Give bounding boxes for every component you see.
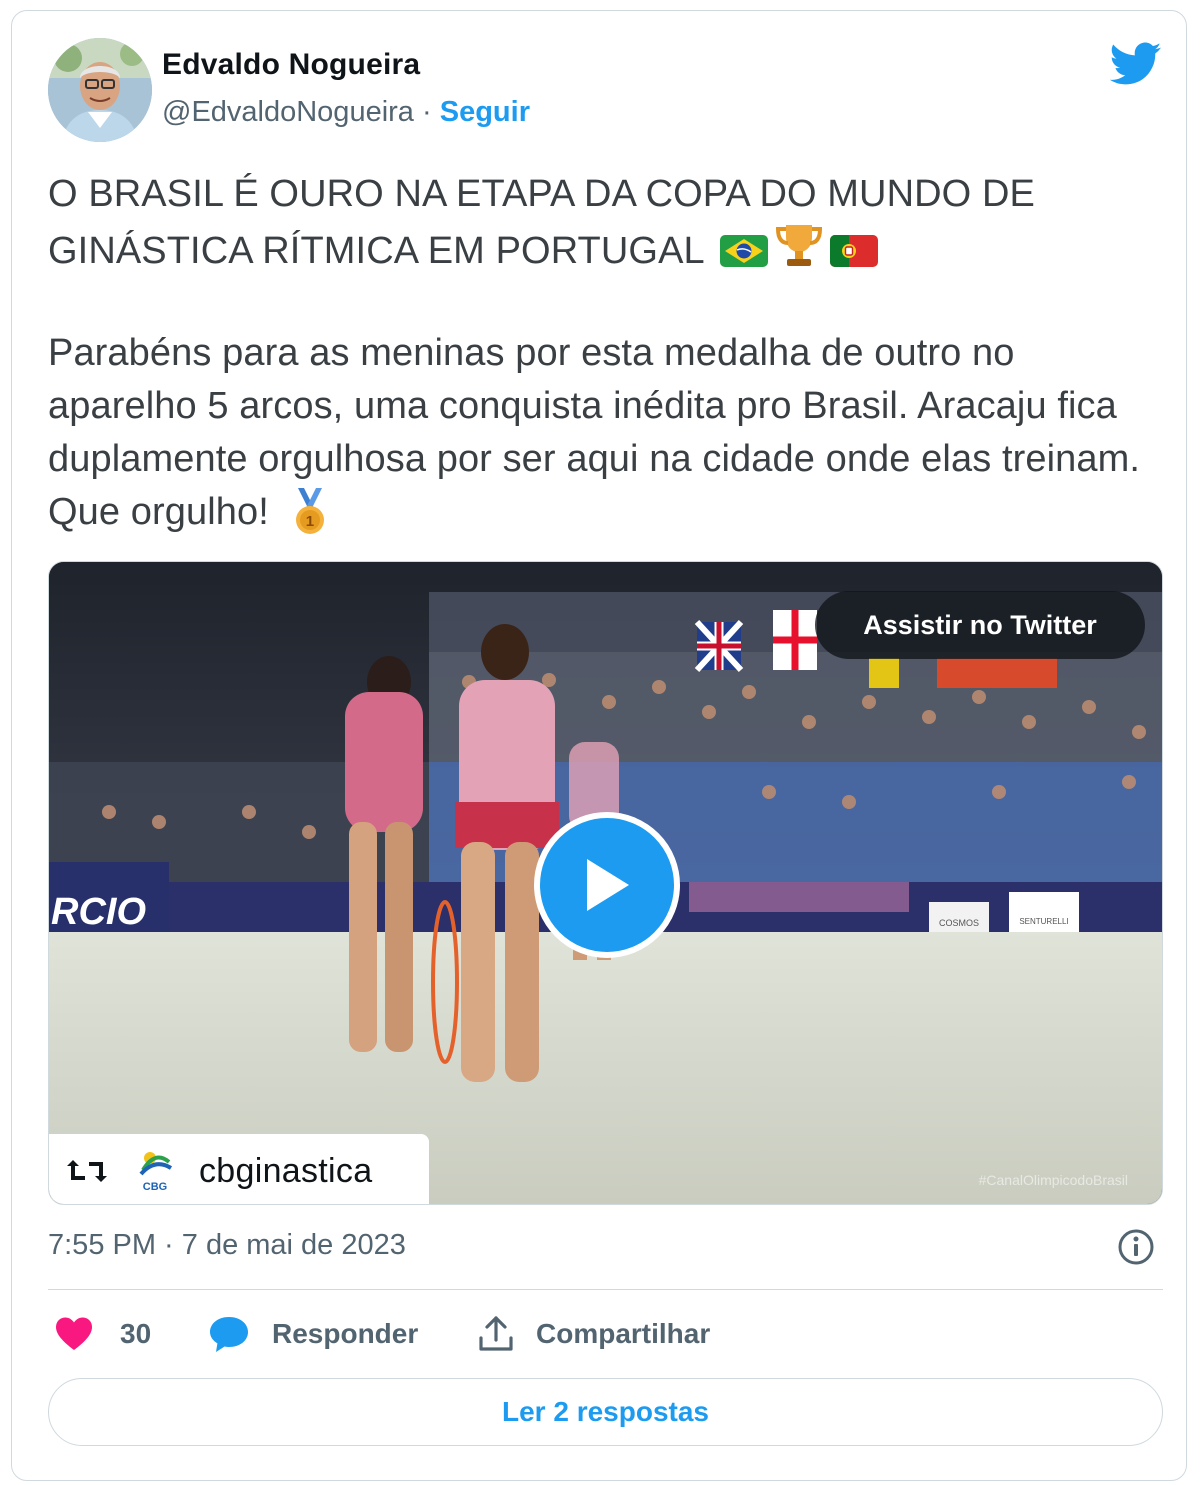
video-watermark: #CanalOlimpicodoBrasil xyxy=(978,1172,1128,1188)
tweet-text-1: O BRASIL É OURO NA ETAPA DA COPA DO MUND… xyxy=(48,173,1035,272)
divider xyxy=(48,1289,1163,1290)
share-icon xyxy=(479,1316,513,1351)
avatar[interactable] xyxy=(48,38,152,142)
like-count: 30 xyxy=(120,1318,152,1349)
play-icon xyxy=(587,859,629,911)
play-button[interactable] xyxy=(534,812,680,958)
tweet-text-paragraph-1: O BRASIL É OURO NA ETAPA DA COPA DO MUND… xyxy=(48,168,1168,278)
reply-button[interactable]: Responder xyxy=(208,1312,418,1356)
tweet-timestamp[interactable]: 7:55 PM · 7 de mai de 2023 xyxy=(48,1229,406,1262)
cbg-logo-icon: CBG xyxy=(139,1152,173,1193)
twitter-bird-icon[interactable] xyxy=(1110,42,1162,86)
share-label: Compartilhar xyxy=(536,1318,711,1349)
brazil-flag-icon xyxy=(720,235,769,267)
watch-on-twitter-button[interactable]: Assistir no Twitter xyxy=(815,591,1145,659)
first-place-medal-icon: 1 xyxy=(295,488,324,534)
portugal-flag-icon xyxy=(830,235,879,267)
retweet-icon xyxy=(67,1160,107,1182)
avatar-image xyxy=(48,38,152,142)
reply-label: Responder xyxy=(272,1318,419,1349)
svg-text:1: 1 xyxy=(305,513,313,530)
heart-icon xyxy=(56,1317,92,1350)
trophy-icon xyxy=(776,225,823,266)
sponsor-banner-1: COSMOS xyxy=(939,918,979,928)
follow-button[interactable]: Seguir xyxy=(440,96,530,128)
separator: · xyxy=(422,96,432,128)
author-handle-row: @EdvaldoNogueira · Seguir xyxy=(162,96,530,129)
tweet-text-paragraph-2: Parabéns para as meninas por esta medalh… xyxy=(48,327,1168,539)
video-player[interactable]: RCIO COSMOS SENTURELLI Assistir no Twitt… xyxy=(48,561,1163,1205)
author-name[interactable]: Edvaldo Nogueira xyxy=(162,48,420,82)
author-handle[interactable]: @EdvaldoNogueira xyxy=(162,96,414,128)
like-button[interactable]: 30 xyxy=(54,1312,151,1356)
sponsor-banner-2: SENTURELLI xyxy=(1019,917,1068,926)
reply-bubble-icon xyxy=(210,1317,248,1352)
arena-banner-text: RCIO xyxy=(51,891,146,933)
share-button[interactable]: Compartilhar xyxy=(476,1312,710,1356)
read-replies-button[interactable]: Ler 2 respostas xyxy=(48,1378,1163,1446)
cbg-logo-text: CBG xyxy=(143,1181,167,1193)
source-account-name: cbginastica xyxy=(199,1152,373,1190)
info-icon[interactable] xyxy=(1116,1227,1156,1267)
tweet-text-2: Parabéns para as meninas por esta medalh… xyxy=(48,332,1141,533)
video-source-tag[interactable]: CBG cbginastica xyxy=(49,1134,429,1204)
